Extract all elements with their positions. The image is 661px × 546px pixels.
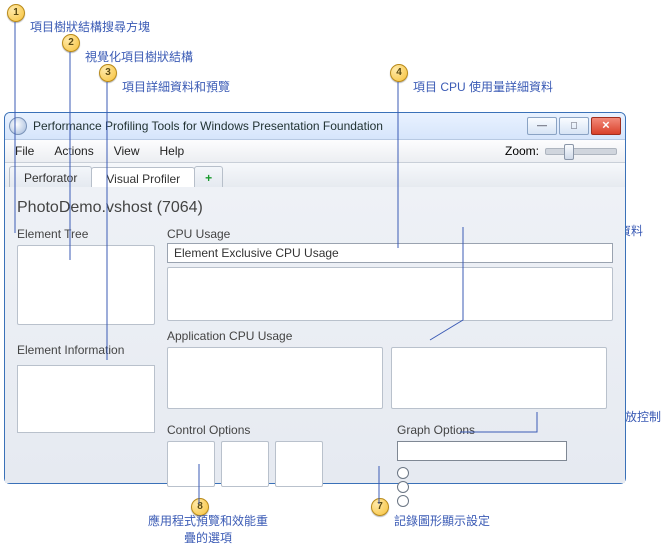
graph-options-label: Graph Options [397, 423, 613, 437]
zoom-label: Zoom: [505, 144, 539, 158]
control-option-2[interactable] [221, 441, 269, 487]
maximize-button[interactable]: □ [559, 117, 589, 135]
menu-view[interactable]: View [104, 140, 150, 162]
app-cpu-label: Application CPU Usage [167, 329, 613, 343]
window-title: Performance Profiling Tools for Windows … [33, 119, 527, 133]
cpu-usage-label: CPU Usage [167, 227, 613, 241]
graph-options-input[interactable] [397, 441, 567, 461]
tab-perforator[interactable]: Perforator [9, 166, 92, 189]
zoom-slider[interactable] [545, 148, 617, 155]
callout-label-1: 項目樹狀結構搜尋方塊 [30, 18, 150, 35]
callout-badge-4: 4 [390, 64, 408, 82]
content-area: PhotoDemo.vshost (7064) Element Tree Ele… [5, 187, 625, 483]
control-options-label: Control Options [167, 423, 377, 437]
minimize-button[interactable]: — [527, 117, 557, 135]
callout-label-3: 項目詳細資料和預覽 [122, 78, 230, 95]
callout-label-8: 應用程式預覽和效能重疊的選項 [143, 512, 273, 546]
graph-radio-2[interactable] [397, 481, 409, 493]
callout-badge-1: 1 [7, 4, 25, 22]
graph-radio-1[interactable] [397, 467, 409, 479]
element-exclusive-cpu-header[interactable]: Element Exclusive CPU Usage [167, 243, 613, 263]
titlebar[interactable]: Performance Profiling Tools for Windows … [5, 113, 625, 140]
callout-label-7: 記錄圖形顯示設定 [394, 512, 490, 529]
tab-add[interactable]: + [194, 166, 223, 189]
menubar: File Actions View Help Zoom: [5, 140, 625, 163]
element-info-panel [17, 365, 155, 433]
menu-help[interactable]: Help [150, 140, 195, 162]
app-cpu-legend-panel [167, 347, 383, 409]
callout-label-2: 視覺化項目樹狀結構 [85, 48, 193, 65]
app-cpu-graph-panel [391, 347, 607, 409]
menu-file[interactable]: File [5, 140, 44, 162]
control-option-1[interactable] [167, 441, 215, 487]
element-exclusive-cpu-graph [167, 267, 613, 321]
element-tree-label: Element Tree [17, 227, 155, 241]
tabstrip: Perforator Visual Profiler + [5, 163, 625, 190]
graph-options-radios [397, 467, 613, 507]
close-button[interactable]: ✕ [591, 117, 621, 135]
callout-badge-2: 2 [62, 34, 80, 52]
zoom-thumb[interactable] [564, 144, 574, 160]
app-icon [9, 117, 27, 135]
app-window: Performance Profiling Tools for Windows … [4, 112, 626, 484]
element-tree-panel[interactable] [17, 245, 155, 325]
menu-actions[interactable]: Actions [44, 140, 103, 162]
element-info-label: Element Information [17, 343, 155, 357]
callout-label-4: 項目 CPU 使用量詳細資料 [413, 78, 553, 95]
process-title: PhotoDemo.vshost (7064) [17, 199, 613, 217]
graph-radio-3[interactable] [397, 495, 409, 507]
control-option-3[interactable] [275, 441, 323, 487]
callout-badge-3: 3 [99, 64, 117, 82]
